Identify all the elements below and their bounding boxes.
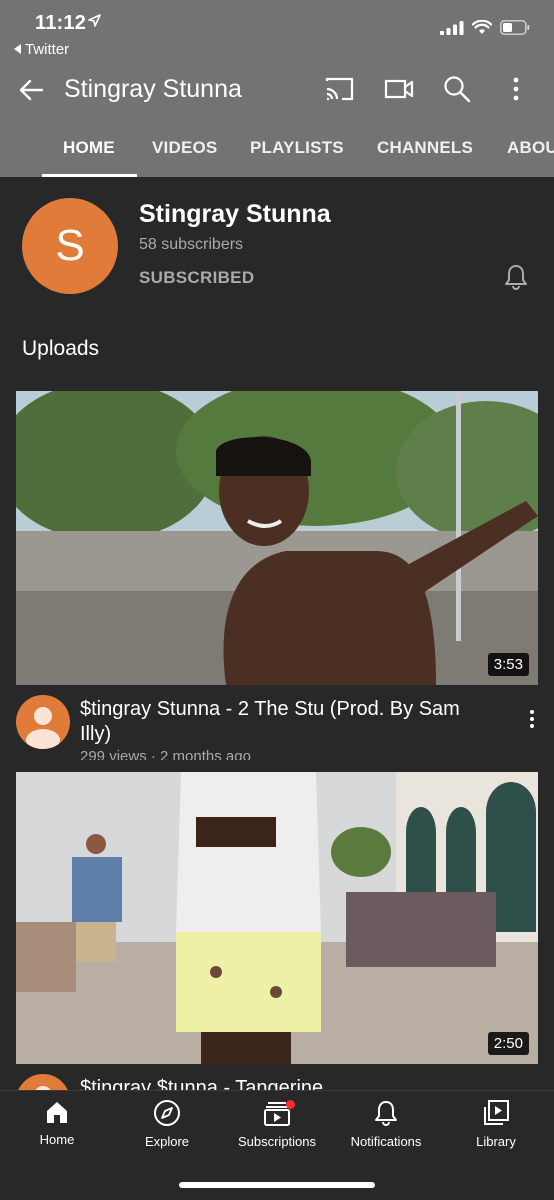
- back-to-twitter-link[interactable]: Twitter: [14, 41, 69, 58]
- nav-library-label: Library: [476, 1134, 516, 1149]
- tab-videos[interactable]: VIDEOS: [152, 138, 217, 158]
- notification-badge: [286, 1100, 295, 1109]
- channel-name: Stingray Stunna: [139, 200, 331, 228]
- active-tab-indicator: [42, 174, 137, 177]
- video-thumbnail[interactable]: 2:50: [16, 772, 538, 1064]
- wifi-icon: [471, 19, 493, 40]
- back-app-label: Twitter: [25, 41, 70, 58]
- location-arrow-icon: [88, 14, 101, 32]
- uploads-heading: Uploads: [22, 337, 100, 360]
- channel-tabs: HOME VIDEOS PLAYLISTS CHANNELS ABOUT: [0, 118, 554, 177]
- nav-notifications[interactable]: Notifications: [331, 1099, 441, 1149]
- more-vertical-icon[interactable]: [510, 75, 522, 108]
- tab-home[interactable]: HOME: [63, 138, 115, 158]
- nav-subscriptions[interactable]: Subscriptions: [222, 1099, 332, 1149]
- status-time: 11:12: [35, 12, 87, 34]
- home-indicator[interactable]: [179, 1182, 375, 1188]
- home-icon: [44, 1102, 70, 1128]
- tab-playlists[interactable]: PLAYLISTS: [250, 138, 344, 158]
- nav-explore[interactable]: Explore: [112, 1099, 222, 1149]
- status-icons: [440, 19, 530, 40]
- more-vertical-icon[interactable]: [528, 708, 536, 735]
- nav-library[interactable]: Library: [441, 1099, 551, 1149]
- battery-icon: [500, 20, 530, 40]
- bell-icon: [373, 1101, 399, 1130]
- subscribed-button[interactable]: SUBSCRIBED: [139, 268, 254, 288]
- channel-avatar[interactable]: S: [22, 198, 118, 294]
- back-arrow-icon[interactable]: [18, 76, 46, 109]
- page-title: Stingray Stunna: [64, 75, 242, 103]
- nav-explore-label: Explore: [144, 1134, 190, 1149]
- status-bar: 11:12 Twitter: [0, 0, 554, 62]
- tab-about[interactable]: ABOUT: [507, 138, 554, 158]
- library-icon: [482, 1100, 510, 1130]
- cellular-signal-icon: [440, 20, 464, 40]
- video-duration: 2:50: [487, 1032, 529, 1055]
- nav-home[interactable]: Home: [2, 1099, 112, 1147]
- nav-notifications-label: Notifications: [350, 1134, 422, 1149]
- video-meta: 299 views · 2 months ago: [80, 748, 251, 760]
- back-triangle-icon: [14, 44, 21, 54]
- nav-home-label: Home: [39, 1132, 75, 1147]
- subscriber-count: 58 subscribers: [139, 236, 244, 253]
- app-bar: Stingray Stunna: [0, 62, 554, 118]
- video-duration: 3:53: [487, 653, 529, 676]
- channel-header-bar: 11:12 Twitter Stingray Stunna HOME VIDEO…: [0, 0, 554, 177]
- search-icon[interactable]: [443, 75, 471, 108]
- notification-bell-icon[interactable]: [503, 263, 529, 296]
- compass-icon: [153, 1100, 181, 1130]
- cast-icon[interactable]: [325, 75, 355, 108]
- avatar[interactable]: [16, 695, 70, 749]
- video-thumbnail[interactable]: 3:53: [16, 391, 538, 685]
- video-title[interactable]: $tingray Stunna - 2 The Stu (Prod. By Sa…: [80, 697, 480, 747]
- subscriptions-icon: [263, 1099, 295, 1130]
- video-camera-icon[interactable]: [384, 75, 414, 108]
- nav-subscriptions-label: Subscriptions: [237, 1134, 317, 1149]
- tab-channels[interactable]: CHANNELS: [377, 138, 473, 158]
